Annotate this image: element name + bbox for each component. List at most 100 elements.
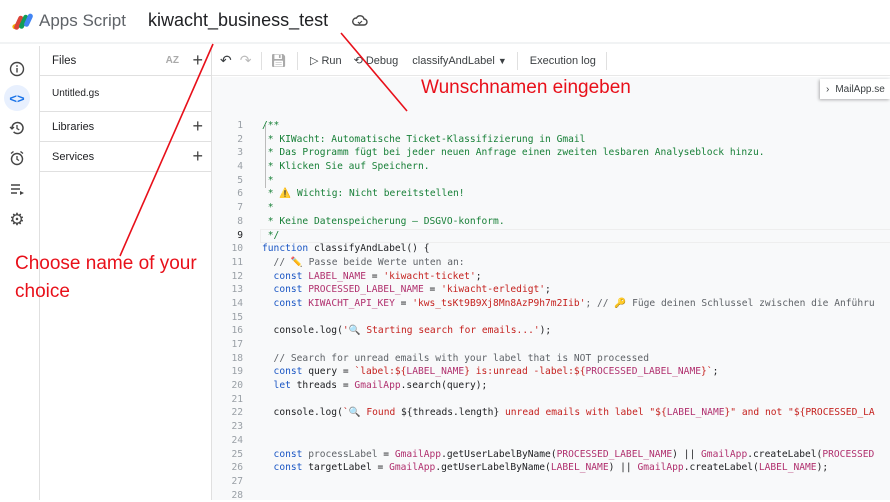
code-token: `label:${	[354, 366, 407, 378]
editor-icon[interactable]: <>	[4, 85, 30, 111]
code-editor[interactable]: 1/** 2 * KIWacht: Automatische Ticket-Kla…	[212, 77, 890, 502]
files-header: Files AZ +	[40, 46, 211, 76]
line-number: 5	[237, 174, 243, 186]
history-icon[interactable]	[4, 115, 30, 141]
code-line[interactable]: 16 console.log('🔍 Starting search for em…	[212, 324, 890, 338]
code-token: * Das Programm fügt bei jeder neuen Anfr…	[262, 147, 765, 159]
line-number: 1	[237, 120, 243, 131]
code-token: const	[262, 297, 309, 309]
line-text: const targetLabel = GmailApp.getUserLabe…	[262, 461, 829, 475]
undo-icon[interactable]: ↶	[220, 52, 232, 69]
line-number: 4	[237, 161, 243, 173]
code-line[interactable]: 26 const targetLabel = GmailApp.getUserL…	[212, 461, 890, 475]
code-line[interactable]: 12 const LABEL_NAME = 'kiwacht-ticket';	[212, 270, 890, 284]
code-line[interactable]: 17	[212, 338, 890, 352]
add-service-button[interactable]: +	[192, 146, 203, 167]
code-line[interactable]: 18 // Search for unread emails with your…	[212, 352, 890, 366]
services-section: Services +	[40, 142, 211, 172]
sort-az-icon[interactable]: AZ	[166, 55, 179, 66]
code-token: console.log(	[262, 407, 343, 419]
side-tab-label: MailApp.se	[835, 83, 885, 95]
execution-log-button[interactable]: Execution log	[530, 55, 596, 67]
file-item[interactable]: Untitled.gs	[40, 76, 211, 112]
code-line[interactable]: 20 let threads = GmailApp.search(query);	[212, 379, 890, 393]
top-bar: Apps Script kiwacht_business_test	[0, 0, 890, 44]
code-line[interactable]: 27	[212, 475, 890, 489]
code-token: LABEL_NAME	[758, 462, 817, 474]
code-token: * Keine Datenspeicherung – DSGVO-konform…	[262, 215, 505, 227]
line-number: 21	[231, 393, 243, 405]
code-token: targetLabel =	[308, 462, 390, 474]
libraries-label: Libraries	[52, 120, 95, 133]
code-token: ${threads.length}	[401, 407, 500, 419]
cloud-saved-icon	[352, 15, 368, 26]
line-text: // Search for unread emails with your la…	[262, 352, 649, 366]
code-line[interactable]: 4 * Klicken Sie auf Speichern.	[212, 160, 890, 174]
code-area[interactable]: 1/** 2 * KIWacht: Automatische Ticket-Kla…	[212, 119, 890, 502]
code-line[interactable]: 2 * KIWacht: Automatische Ticket-Klassif…	[212, 133, 890, 147]
code-line[interactable]: 15	[212, 311, 890, 325]
side-panel-tab[interactable]: › MailApp.se	[820, 79, 890, 99]
annotation-left: Choose name of your choice	[15, 253, 197, 302]
code-token: LABEL_NAME	[406, 366, 465, 378]
code-line[interactable]: 11 // ✏️ Passe beide Werte unten an:	[212, 256, 890, 270]
divider	[296, 51, 298, 70]
code-token: '🔍 Starting search for emails...'	[342, 325, 540, 337]
code-token: .search(query);	[400, 380, 488, 392]
run-label: Run	[321, 54, 342, 67]
code-line[interactable]: 24	[212, 434, 890, 448]
code-token: *	[262, 174, 274, 186]
code-token: =	[423, 284, 442, 296]
overview-icon[interactable]	[4, 56, 30, 82]
line-text: const processLabel = GmailApp.getUserLab…	[262, 448, 875, 462]
run-button[interactable]: ▷ Run	[310, 54, 342, 68]
line-number: 19	[231, 366, 243, 378]
code-line[interactable]: 8 * Keine Datenspeicherung – DSGVO-konfo…	[212, 215, 890, 229]
code-line[interactable]: 5 *	[212, 174, 890, 188]
code-line[interactable]: 25 const processLabel = GmailApp.getUser…	[212, 448, 890, 462]
line-text: */	[262, 229, 280, 243]
add-library-button[interactable]: +	[192, 116, 203, 137]
code-line[interactable]: 23	[212, 420, 890, 434]
code-line[interactable]: 13 const PROCESSED_LABEL_NAME = 'kiwacht…	[212, 283, 890, 297]
code-token: PROCESSED_LABEL_NAME	[556, 448, 673, 460]
code-token: .getUserLabelByName(	[435, 462, 551, 474]
code-token: PROCESSED_LABEL_NAME	[308, 284, 424, 296]
code-token: 'kiwacht-erledigt'	[441, 284, 546, 296]
code-line[interactable]: 9 */	[212, 229, 890, 243]
line-text: * ⚠️ Wichtig: Nicht bereitstellen!	[262, 187, 465, 201]
executions-icon[interactable]	[4, 176, 30, 202]
save-icon[interactable]: 💾︎	[270, 53, 287, 69]
code-line[interactable]: 1/**	[212, 119, 890, 133]
code-line[interactable]: 10 function classifyAndLabel() {	[212, 242, 890, 256]
line-number: 22	[231, 407, 243, 419]
code-line[interactable]: 22 console.log(`🔍 Found ${threads.length…	[212, 406, 890, 420]
function-name: classifyAndLabel	[412, 54, 495, 67]
code-line[interactable]: 3 * Das Programm fügt bei jeder neuen An…	[212, 146, 890, 160]
settings-gear-icon[interactable]: ⚙	[4, 207, 30, 233]
project-name[interactable]: kiwacht_business_test	[148, 10, 328, 31]
code-token: GmailApp	[701, 448, 748, 460]
add-file-button[interactable]: +	[192, 50, 203, 71]
code-token: * ⚠️ Wichtig: Nicht bereitstellen!	[262, 188, 465, 200]
triggers-icon[interactable]	[4, 145, 30, 171]
line-text: * KIWacht: Automatische Ticket-Klassifiz…	[262, 133, 586, 147]
redo-icon[interactable]: ↷	[240, 52, 252, 69]
code-token: let	[262, 380, 297, 392]
line-text: // ✏️ Passe beide Werte unten an:	[262, 256, 465, 270]
code-line[interactable]: 7 *	[212, 201, 890, 215]
code-token: 'kws_tsKt9B9Xj8Mn8AzP9h7m2Iib'	[412, 297, 586, 309]
line-text: const query = `label:${LABEL_NAME} is:un…	[262, 365, 719, 379]
code-token: ;	[712, 366, 719, 378]
line-text: *	[262, 201, 274, 215]
line-number: 3	[237, 147, 243, 159]
code-line[interactable]: 19 const query = `label:${LABEL_NAME} is…	[212, 365, 890, 379]
code-token: query =	[308, 366, 355, 378]
code-line[interactable]: 6 * ⚠️ Wichtig: Nicht bereitstellen!	[212, 187, 890, 201]
code-line[interactable]: 21	[212, 393, 890, 407]
code-line[interactable]: 14 const KIWACHT_API_KEY = 'kws_tsKt9B9X…	[212, 297, 890, 311]
function-select[interactable]: classifyAndLabel ▼	[412, 55, 506, 67]
code-token: LABEL_NAME	[308, 270, 366, 282]
code-token: // ✏️ Passe beide Werte unten an:	[262, 256, 465, 268]
debug-button[interactable]: ⟲ Debug	[354, 54, 399, 68]
